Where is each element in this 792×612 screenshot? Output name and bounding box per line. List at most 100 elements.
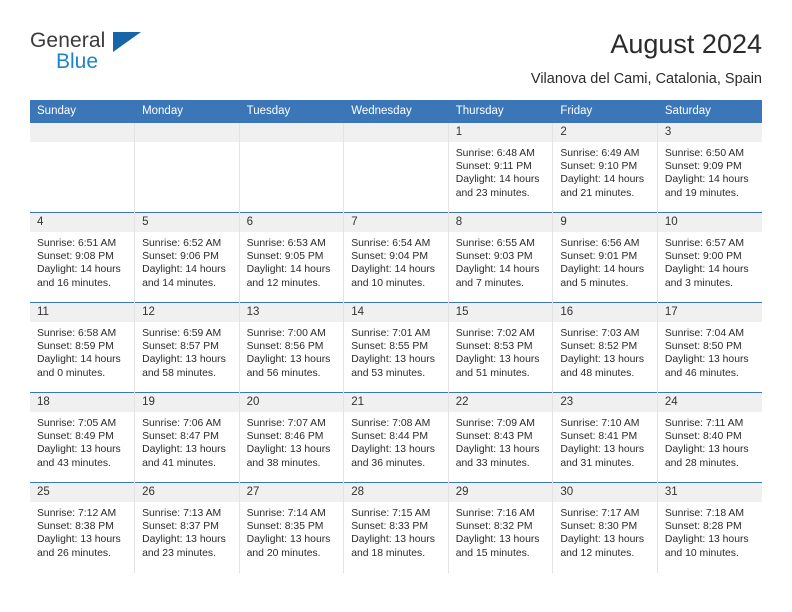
calendar-day-cell[interactable]: 11 Sunrise: 6:58 AM Sunset: 8:59 PM Dayligh… xyxy=(30,302,136,393)
daylight-text-line2: and 48 minutes. xyxy=(560,367,635,379)
calendar-day-cell[interactable]: 14 Sunrise: 7:01 AM Sunset: 8:55 PM Dayligh… xyxy=(343,302,449,393)
calendar-day-cell[interactable]: 22 Sunrise: 7:09 AM Sunset: 8:43 PM Dayligh… xyxy=(448,392,554,483)
calendar-day-cell[interactable]: 21 Sunrise: 7:08 AM Sunset: 8:44 PM Dayligh… xyxy=(343,392,449,483)
daylight-text-line1: Daylight: 13 hours xyxy=(37,534,121,546)
sunset-text: Sunset: 9:03 PM xyxy=(455,251,533,263)
sunset-text: Sunset: 8:57 PM xyxy=(142,341,219,353)
sunrise-text: Sunrise: 7:17 AM xyxy=(560,508,640,519)
generalblue-logo[interactable]: General Blue xyxy=(30,26,160,82)
sunset-text: Sunset: 8:41 PM xyxy=(560,431,638,443)
weekday-header-thursday: Thursday xyxy=(448,100,554,123)
calendar-day-cell[interactable]: 29 Sunrise: 7:16 AM Sunset: 8:32 PM Dayligh… xyxy=(448,482,554,573)
calendar-week-row: 11 Sunrise: 6:58 AM Sunset: 8:59 PM Dayligh… xyxy=(30,302,762,393)
calendar-day-cell[interactable]: 2 Sunrise: 6:49 AM Sunset: 9:10 PM Daylight… xyxy=(552,122,658,213)
sunset-text: Sunset: 8:35 PM xyxy=(246,521,324,533)
daylight-text-line1: Daylight: 13 hours xyxy=(142,354,226,366)
calendar-page: General Blue August 2024 Vilanova del Ca… xyxy=(0,0,792,612)
day-number: 4 xyxy=(30,213,135,232)
daylight-text-line2: and 38 minutes. xyxy=(246,457,321,469)
weekday-header-sunday: Sunday xyxy=(30,100,136,123)
sunset-text: Sunset: 9:08 PM xyxy=(37,251,114,263)
sunrise-text: Sunrise: 6:51 AM xyxy=(37,238,117,249)
day-sun-info: Sunrise: 6:49 AM Sunset: 9:10 PM Daylight:… xyxy=(553,142,657,200)
calendar-day-cell-empty[interactable] xyxy=(134,122,240,213)
day-number xyxy=(30,123,135,142)
day-sun-info: Sunrise: 7:00 AM Sunset: 8:56 PM Daylight:… xyxy=(240,322,344,380)
sunset-text: Sunset: 9:11 PM xyxy=(455,161,532,173)
sunset-text: Sunset: 8:44 PM xyxy=(351,431,429,443)
calendar-day-cell[interactable]: 20 Sunrise: 7:07 AM Sunset: 8:46 PM Dayligh… xyxy=(239,392,345,483)
day-sun-info: Sunrise: 6:52 AM Sunset: 9:06 PM Daylight:… xyxy=(135,232,239,290)
calendar-day-cell[interactable]: 7 Sunrise: 6:54 AM Sunset: 9:04 PM Daylight… xyxy=(343,212,449,303)
day-sun-info: Sunrise: 6:53 AM Sunset: 9:05 PM Daylight:… xyxy=(240,232,344,290)
day-number: 24 xyxy=(657,393,762,412)
weekday-header-friday: Friday xyxy=(552,100,658,123)
calendar-day-cell[interactable]: 12 Sunrise: 6:59 AM Sunset: 8:57 PM Dayligh… xyxy=(134,302,240,393)
daylight-text-line1: Daylight: 13 hours xyxy=(142,444,226,456)
calendar-day-cell[interactable]: 13 Sunrise: 7:00 AM Sunset: 8:56 PM Dayligh… xyxy=(239,302,345,393)
calendar-day-cell[interactable]: 3 Sunrise: 6:50 AM Sunset: 9:09 PM Daylight… xyxy=(657,122,762,213)
day-sun-info: Sunrise: 6:51 AM Sunset: 9:08 PM Daylight:… xyxy=(30,232,134,290)
logo-text-general: General xyxy=(30,29,106,52)
calendar-day-cell[interactable]: 25 Sunrise: 7:12 AM Sunset: 8:38 PM Dayligh… xyxy=(30,482,136,573)
day-number: 25 xyxy=(30,483,135,502)
calendar-day-cell[interactable]: 15 Sunrise: 7:02 AM Sunset: 8:53 PM Dayligh… xyxy=(448,302,554,393)
weekday-header-saturday: Saturday xyxy=(657,100,762,123)
daylight-text-line2: and 21 minutes. xyxy=(560,187,635,199)
daylight-text-line1: Daylight: 13 hours xyxy=(246,534,331,546)
day-number: 3 xyxy=(657,123,762,142)
day-number: 18 xyxy=(30,393,135,412)
day-sun-info: Sunrise: 6:57 AM Sunset: 9:00 PM Daylight:… xyxy=(658,232,762,290)
day-sun-info: Sunrise: 7:18 AM Sunset: 8:28 PM Daylight:… xyxy=(658,502,762,560)
calendar-day-cell[interactable]: 8 Sunrise: 6:55 AM Sunset: 9:03 PM Daylight… xyxy=(448,212,554,303)
day-sun-info: Sunrise: 7:15 AM Sunset: 8:33 PM Daylight:… xyxy=(344,502,448,560)
calendar-grid: Sunday Monday Tuesday Wednesday Thursday… xyxy=(30,100,762,573)
calendar-day-cell[interactable]: 4 Sunrise: 6:51 AM Sunset: 9:08 PM Daylight… xyxy=(30,212,136,303)
sunrise-text: Sunrise: 7:08 AM xyxy=(351,418,431,429)
day-number: 15 xyxy=(448,303,553,322)
calendar-day-cell[interactable]: 6 Sunrise: 6:53 AM Sunset: 9:05 PM Daylight… xyxy=(239,212,345,303)
day-number: 31 xyxy=(657,483,762,502)
calendar-day-cell[interactable]: 9 Sunrise: 6:56 AM Sunset: 9:01 PM Daylight… xyxy=(552,212,658,303)
daylight-text-line2: and 10 minutes. xyxy=(664,547,739,559)
calendar-day-cell[interactable]: 28 Sunrise: 7:15 AM Sunset: 8:33 PM Dayligh… xyxy=(343,482,449,573)
calendar-day-cell[interactable]: 18 Sunrise: 7:05 AM Sunset: 8:49 PM Dayligh… xyxy=(30,392,136,483)
day-sun-info: Sunrise: 7:02 AM Sunset: 8:53 PM Daylight:… xyxy=(449,322,553,380)
calendar-week-row: 1 Sunrise: 6:48 AM Sunset: 9:11 PM Daylight… xyxy=(30,122,762,213)
calendar-day-cell[interactable]: 23 Sunrise: 7:10 AM Sunset: 8:41 PM Dayligh… xyxy=(552,392,658,483)
day-sun-info: Sunrise: 7:06 AM Sunset: 8:47 PM Daylight:… xyxy=(135,412,239,470)
daylight-text-line2: and 51 minutes. xyxy=(455,367,530,379)
day-sun-info: Sunrise: 6:50 AM Sunset: 9:09 PM Daylight:… xyxy=(658,142,762,200)
sunrise-text: Sunrise: 7:01 AM xyxy=(351,328,431,339)
calendar-day-cell-empty[interactable] xyxy=(343,122,449,213)
day-number: 8 xyxy=(448,213,553,232)
daylight-text-line1: Daylight: 13 hours xyxy=(351,354,435,366)
calendar-day-cell-empty[interactable] xyxy=(30,122,136,213)
weekday-header-tuesday: Tuesday xyxy=(239,100,345,123)
calendar-day-cell[interactable]: 1 Sunrise: 6:48 AM Sunset: 9:11 PM Daylight… xyxy=(448,122,554,213)
daylight-text-line1: Daylight: 13 hours xyxy=(560,534,645,546)
calendar-day-cell[interactable]: 17 Sunrise: 7:04 AM Sunset: 8:50 PM Dayligh… xyxy=(657,302,762,393)
calendar-day-cell[interactable]: 26 Sunrise: 7:13 AM Sunset: 8:37 PM Dayligh… xyxy=(134,482,240,573)
daylight-text-line1: Daylight: 13 hours xyxy=(664,444,749,456)
day-sun-info: Sunrise: 6:48 AM Sunset: 9:11 PM Daylight:… xyxy=(449,142,553,200)
day-sun-info: Sunrise: 6:54 AM Sunset: 9:04 PM Daylight:… xyxy=(344,232,448,290)
day-sun-info: Sunrise: 6:59 AM Sunset: 8:57 PM Daylight:… xyxy=(135,322,239,380)
day-number: 22 xyxy=(448,393,553,412)
calendar-day-cell[interactable]: 19 Sunrise: 7:06 AM Sunset: 8:47 PM Dayligh… xyxy=(134,392,240,483)
daylight-text-line1: Daylight: 14 hours xyxy=(455,174,540,186)
sunset-text: Sunset: 8:49 PM xyxy=(37,431,114,443)
daylight-text-line1: Daylight: 13 hours xyxy=(142,534,226,546)
daylight-text-line2: and 12 minutes. xyxy=(246,277,321,289)
calendar-day-cell[interactable]: 16 Sunrise: 7:03 AM Sunset: 8:52 PM Dayligh… xyxy=(552,302,658,393)
calendar-day-cell[interactable]: 24 Sunrise: 7:11 AM Sunset: 8:40 PM Dayligh… xyxy=(657,392,762,483)
calendar-week-row: 18 Sunrise: 7:05 AM Sunset: 8:49 PM Dayligh… xyxy=(30,392,762,483)
day-sun-info: Sunrise: 7:08 AM Sunset: 8:44 PM Daylight:… xyxy=(344,412,448,470)
calendar-day-cell[interactable]: 31 Sunrise: 7:18 AM Sunset: 8:28 PM Dayligh… xyxy=(657,482,762,573)
calendar-day-cell[interactable]: 27 Sunrise: 7:14 AM Sunset: 8:35 PM Dayligh… xyxy=(239,482,345,573)
day-number: 30 xyxy=(553,483,657,502)
calendar-day-cell[interactable]: 30 Sunrise: 7:17 AM Sunset: 8:30 PM Dayligh… xyxy=(552,482,658,573)
calendar-day-cell[interactable]: 5 Sunrise: 6:52 AM Sunset: 9:06 PM Daylight… xyxy=(134,212,240,303)
calendar-day-cell-empty[interactable] xyxy=(239,122,345,213)
calendar-day-cell[interactable]: 10 Sunrise: 6:57 AM Sunset: 9:00 PM Dayligh… xyxy=(657,212,762,303)
